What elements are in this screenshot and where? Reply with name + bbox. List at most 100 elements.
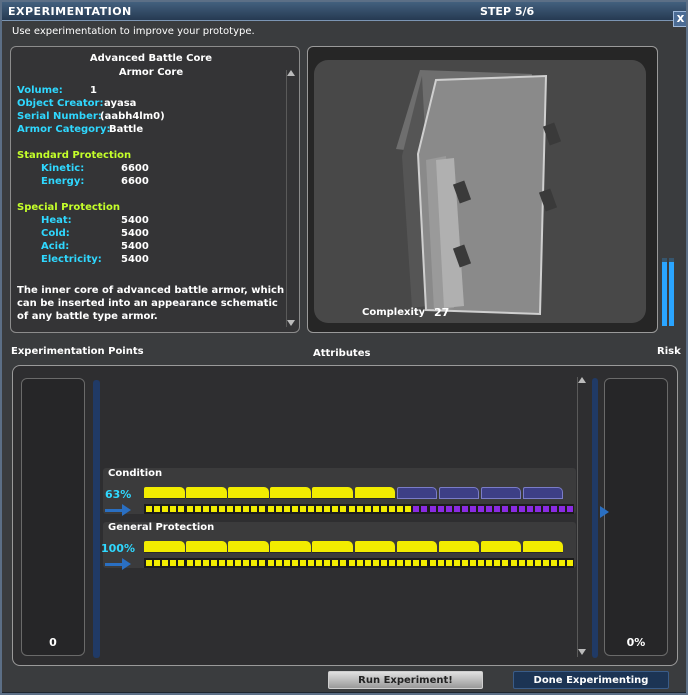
info-scrollbar[interactable] (286, 70, 295, 327)
attribute-segment (354, 541, 395, 553)
attribute-segment (270, 541, 311, 553)
strip-square (299, 560, 306, 566)
strip-square (502, 560, 509, 566)
stat-label: Energy: (41, 176, 85, 187)
strip-square (340, 506, 347, 512)
strip-square (445, 506, 452, 512)
title-bar[interactable]: EXPERIMENTATION STEP 5/6 (2, 2, 686, 21)
experimentation-points-value: 0 (49, 636, 57, 649)
standard-protection-heading: Standard Protection (17, 150, 132, 161)
strip-square (413, 560, 420, 566)
strip-square (389, 560, 395, 566)
stat-label: Kinetic: (41, 163, 85, 174)
item-type: Armor Core (118, 67, 184, 78)
right-rail (592, 378, 598, 658)
strip-square (559, 506, 566, 512)
prop-label: Volume: (17, 85, 63, 96)
strip-square (259, 506, 266, 512)
scroll-up-icon[interactable] (578, 377, 586, 383)
scroll-up-icon[interactable] (287, 70, 295, 76)
attribute-segment (438, 487, 480, 499)
strip-square (154, 506, 161, 512)
attribute-name: General Protection (108, 522, 215, 533)
prop-value: (aabh4lm0) (100, 111, 165, 122)
strip-square (437, 506, 444, 512)
strip-square (486, 506, 493, 512)
complexity-label: Complexity (362, 307, 426, 318)
left-rail (93, 380, 100, 658)
step-indicator: STEP 5/6 (480, 5, 535, 18)
strip-square (372, 560, 379, 566)
strip-square (518, 560, 525, 566)
strip-square (380, 560, 387, 566)
strip-square (227, 560, 233, 566)
strip-square (186, 506, 193, 512)
strip-square (283, 506, 290, 512)
scroll-down-icon[interactable] (578, 649, 586, 655)
strip-square (259, 560, 266, 566)
strip-square (429, 560, 436, 566)
strip-square (308, 560, 314, 566)
strip-square (502, 506, 509, 512)
experimentation-points-panel (21, 378, 85, 656)
strip-square (235, 506, 242, 512)
attribute-segment (228, 487, 269, 499)
strip-square (453, 560, 460, 566)
stat-label: Acid: (41, 241, 70, 252)
stat-value: 5400 (121, 228, 149, 239)
strip-square (146, 560, 152, 566)
prop-label: Armor Category: (17, 124, 111, 135)
scroll-down-icon[interactable] (287, 320, 295, 326)
attribute-segment (480, 487, 522, 499)
strip-square (202, 560, 209, 566)
prop-label: Object Creator: (17, 98, 104, 109)
arrow-right-icon (600, 506, 609, 518)
strip-square (291, 506, 298, 512)
strip-square (526, 506, 533, 512)
run-experiment-button[interactable]: Run Experiment! (328, 671, 483, 689)
strip-square (421, 560, 428, 566)
done-experimenting-button[interactable]: Done Experimenting (513, 671, 669, 689)
attribute-segment (186, 541, 227, 553)
experimentation-window: EXPERIMENTATION STEP 5/6 x Use experimen… (0, 0, 688, 695)
strip-square (210, 560, 217, 566)
attribute-segment (396, 541, 438, 553)
strip-square (494, 560, 501, 566)
instruction-text: Use experimentation to improve your prot… (12, 26, 255, 37)
strip-square (194, 560, 201, 566)
special-protection-heading: Special Protection (17, 202, 120, 213)
strip-square (291, 560, 298, 566)
strip-square (356, 560, 363, 566)
strip-square (340, 560, 347, 566)
strip-square (275, 560, 282, 566)
strip-square (470, 560, 476, 566)
strip-square (470, 506, 476, 512)
close-button[interactable]: x (673, 11, 686, 27)
strip-square (478, 560, 485, 566)
strip-square (429, 506, 436, 512)
risk-value: 0% (626, 636, 646, 649)
strip-square (559, 560, 566, 566)
strip-square (308, 506, 314, 512)
strip-square (218, 506, 225, 512)
strip-square (324, 506, 331, 512)
strip-square (316, 560, 323, 566)
strip-square (194, 506, 201, 512)
strip-square (510, 506, 517, 512)
strip-square (178, 560, 185, 566)
attribute-segment (312, 487, 353, 499)
strip-square (542, 560, 549, 566)
attributes-scrollbar[interactable] (577, 377, 586, 657)
strip-square (332, 506, 339, 512)
strip-square (372, 506, 379, 512)
stat-label: Electricity: (41, 254, 102, 265)
strip-square (380, 506, 387, 512)
strip-square (405, 506, 412, 512)
experimentation-points-header: Experimentation Points (11, 346, 144, 357)
preview-viewport[interactable] (314, 60, 646, 323)
strip-square (551, 560, 557, 566)
stat-value: 5400 (121, 241, 149, 252)
strip-square (243, 506, 250, 512)
stat-label: Cold: (41, 228, 70, 239)
attribute-percent: 100% (101, 542, 135, 555)
